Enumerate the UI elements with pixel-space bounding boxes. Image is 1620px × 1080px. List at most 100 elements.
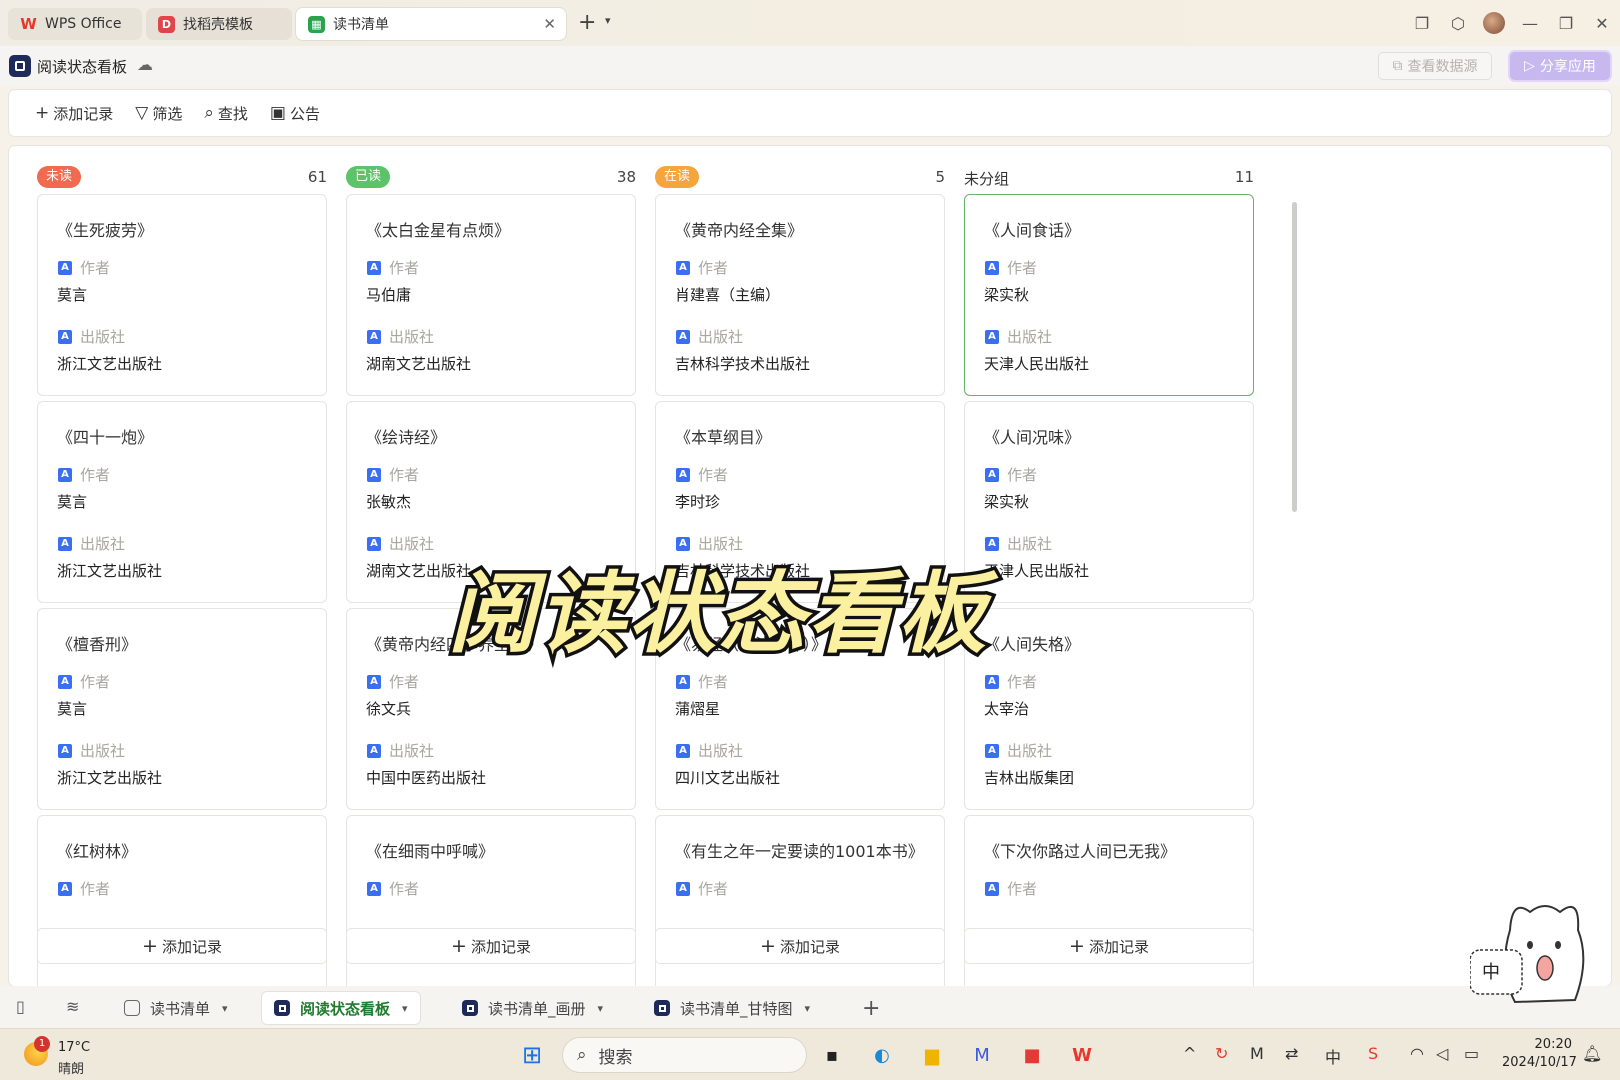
layers-icon[interactable]: ≋	[66, 997, 79, 1016]
clock-time: 20:20	[1534, 1037, 1572, 1052]
window-tiles-icon[interactable]: ❐	[1404, 14, 1440, 33]
edge-browser-icon[interactable]: ◐	[868, 1041, 896, 1069]
app-m-icon[interactable]: M	[968, 1041, 996, 1069]
find-button[interactable]: ⌕ 查找	[204, 103, 248, 124]
add-record-label: 添加记录	[53, 104, 114, 123]
new-tab-button[interactable]: +	[578, 10, 596, 35]
notification-bell-icon[interactable]: 🔔︎	[1582, 1044, 1602, 1063]
tab-reading-list[interactable]: ▦ 读书清单 ✕	[296, 8, 566, 40]
text-field-icon: A	[676, 743, 690, 758]
windows-start-icon[interactable]: ⊞	[518, 1041, 546, 1069]
close-icon[interactable]: ✕	[543, 15, 556, 33]
add-record-label: 添加记录	[161, 937, 222, 956]
app-title: 阅读状态看板	[37, 58, 128, 76]
status-badge[interactable]: 未读	[37, 166, 82, 188]
publisher-value: 浙江文艺出版社	[57, 562, 163, 580]
taskbar-search[interactable]: ⌕ 搜索	[562, 1037, 807, 1073]
book-card[interactable]: 《黄帝内经全集》 A 作者 肖建喜（主编） A 出版社 吉林科学技术出版社	[655, 194, 945, 396]
sheet-tab-gantt[interactable]: 读书清单_甘特图 ▾	[642, 992, 822, 1024]
book-card[interactable]: 《易经（全注全译）》 A 作者 蒲熠星 A 出版社 四川文艺出版社	[655, 608, 945, 810]
search-placeholder: 搜索	[598, 1047, 633, 1068]
chevron-down-icon[interactable]: ▾	[605, 14, 611, 27]
column-add-record-button[interactable]: + 添加记录	[655, 928, 945, 964]
share-app-button[interactable]: ▷ 分享应用	[1510, 52, 1610, 80]
file-explorer-icon[interactable]: ▆	[918, 1041, 946, 1069]
mascot-ime-text: 中	[1482, 962, 1500, 983]
add-sheet-button[interactable]: +	[862, 996, 880, 1021]
book-card[interactable]: 《檀香刑》 A 作者 莫言 A 出版社 浙江文艺出版社	[37, 608, 327, 810]
plus-icon: +	[35, 103, 50, 123]
tab-daoke-template[interactable]: D 找稻壳模板	[146, 8, 292, 40]
chevron-down-icon[interactable]: ▾	[598, 1002, 604, 1015]
publisher-value: 中国中医药出版社	[366, 769, 487, 787]
avatar[interactable]	[1476, 12, 1512, 34]
filter-button[interactable]: ▽ 筛选	[135, 103, 182, 124]
text-field-icon: A	[367, 536, 381, 551]
author-value: 莫言	[57, 493, 88, 511]
chevron-down-icon[interactable]: ▾	[222, 1002, 228, 1015]
publisher-value: 浙江文艺出版社	[57, 769, 163, 787]
book-card[interactable]: 《人间况味》 A 作者 梁实秋 A 出版社 天津人民出版社	[964, 401, 1254, 603]
status-badge[interactable]: 在读	[655, 166, 700, 188]
sync-tray-icon[interactable]: ↻	[1215, 1044, 1228, 1063]
task-view-icon[interactable]: ▪	[818, 1041, 846, 1069]
wifi-icon[interactable]: ◠	[1410, 1044, 1424, 1063]
group-label: 未分组	[964, 170, 1010, 188]
text-field-icon: A	[985, 260, 999, 275]
status-badge[interactable]: 已读	[346, 166, 391, 188]
author-value: 莫言	[57, 286, 88, 304]
add-record-button[interactable]: + 添加记录	[35, 103, 113, 124]
speaker-icon[interactable]: ◁	[1436, 1044, 1448, 1063]
author-value: 莫言	[57, 700, 88, 718]
publisher-field-label: A 出版社	[985, 533, 1052, 554]
weather-widget[interactable]: 1 17°C 晴朗	[20, 1036, 140, 1077]
ime-indicator[interactable]: 中	[1325, 1044, 1341, 1068]
taskbar-clock[interactable]: 20:20 2024/10/17	[1502, 1036, 1577, 1072]
author-field-label: A 作者	[58, 257, 110, 278]
huawei-app-icon[interactable]: ■	[1018, 1041, 1046, 1069]
chevron-down-icon[interactable]: ▾	[805, 1002, 811, 1015]
text-field-icon: A	[676, 536, 690, 551]
book-card[interactable]: 《生死疲劳》 A 作者 莫言 A 出版社 浙江文艺出版社	[37, 194, 327, 396]
battery-icon[interactable]: ▭	[1464, 1044, 1479, 1063]
author-value: 马伯庸	[366, 286, 412, 304]
column-count: 61	[307, 168, 327, 186]
share-app-label: 分享应用	[1539, 59, 1596, 75]
minimize-icon[interactable]: —	[1512, 14, 1548, 33]
sheet-tab-reading-kanban[interactable]: 阅读状态看板 ▾	[262, 992, 420, 1024]
author-field-label: A 作者	[676, 671, 728, 692]
sheet-tab-gallery[interactable]: 读书清单_画册 ▾	[450, 992, 615, 1024]
chevron-up-icon[interactable]: ^	[1183, 1044, 1196, 1063]
sogou-icon[interactable]: S	[1368, 1044, 1378, 1063]
book-card[interactable]: 《四十一炮》 A 作者 莫言 A 出版社 浙江文艺出版社	[37, 401, 327, 603]
text-field-icon: A	[58, 881, 72, 896]
cube-icon[interactable]: ⬡	[1440, 14, 1476, 33]
close-window-icon[interactable]: ✕	[1584, 14, 1620, 33]
book-card[interactable]: 《人间食话》 A 作者 梁实秋 A 出版社 天津人民出版社	[964, 194, 1254, 396]
gallery-icon	[462, 1000, 478, 1016]
text-field-icon: A	[367, 260, 381, 275]
book-card[interactable]: 《太白金星有点烦》 A 作者 马伯庸 A 出版社 湖南文艺出版社	[346, 194, 636, 396]
author-value: 张敏杰	[366, 493, 412, 511]
notice-button[interactable]: ▣ 公告	[270, 103, 320, 124]
sidebar-toggle-icon[interactable]: ▯	[16, 997, 25, 1016]
column-add-record-button[interactable]: + 添加记录	[37, 928, 327, 964]
chevron-down-icon[interactable]: ▾	[402, 1002, 408, 1015]
book-card[interactable]: 《本草纲目》 A 作者 李时珍 A 出版社 吉林科学技术出版社	[655, 401, 945, 603]
sheet-tab-reading-list[interactable]: 读书清单 ▾	[112, 992, 240, 1024]
text-field-icon: A	[676, 881, 690, 896]
settings-tray-icon[interactable]: ⇄	[1285, 1044, 1298, 1063]
wps-taskbar-icon[interactable]: W	[1068, 1041, 1096, 1069]
book-card[interactable]: 《人间失格》 A 作者 太宰治 A 出版社 吉林出版集团	[964, 608, 1254, 810]
tab-wps-office[interactable]: W WPS Office	[8, 8, 142, 40]
vertical-scrollbar[interactable]	[1292, 202, 1297, 512]
author-field-label: A 作者	[367, 671, 419, 692]
column-add-record-button[interactable]: + 添加记录	[346, 928, 636, 964]
app-tray-icon[interactable]: M	[1250, 1044, 1264, 1063]
column-add-record-button[interactable]: + 添加记录	[964, 928, 1254, 964]
book-card[interactable]: 《黄帝内经四季养生法》 A 作者 徐文兵 A 出版社 中国中医药出版社	[346, 608, 636, 810]
publisher-field-label: A 出版社	[367, 740, 434, 761]
restore-icon[interactable]: ❐	[1548, 14, 1584, 33]
view-data-source-button[interactable]: ⧉ 查看数据源	[1378, 52, 1492, 80]
book-card[interactable]: 《绘诗经》 A 作者 张敏杰 A 出版社 湖南文艺出版社	[346, 401, 636, 603]
